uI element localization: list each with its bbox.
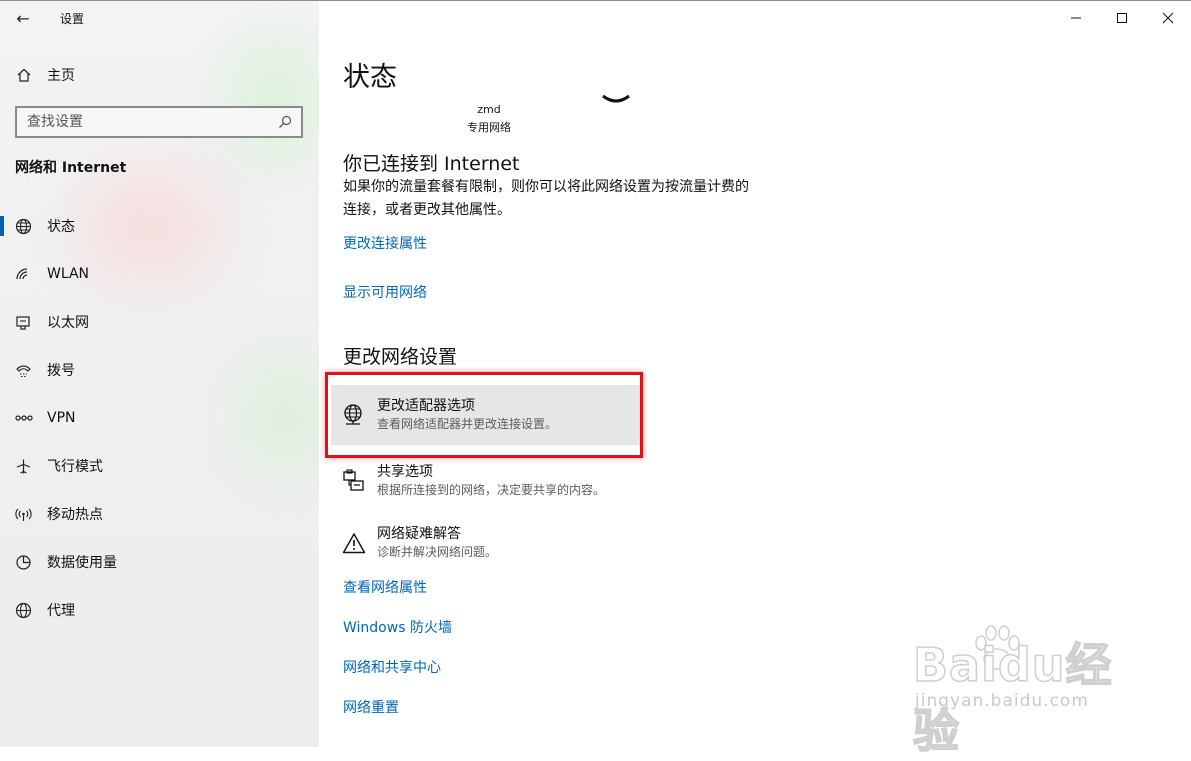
maximize-button[interactable] xyxy=(1099,1,1145,35)
search-icon[interactable] xyxy=(277,114,293,130)
network-reset-link[interactable]: 网络重置 xyxy=(343,697,399,717)
page-title: 状态 xyxy=(343,62,397,93)
sharing-icon xyxy=(331,468,377,494)
sidebar-item-data-usage[interactable]: 数据使用量 xyxy=(0,538,319,586)
titlebar-left: ← 设置 xyxy=(0,1,319,35)
hotspot-icon xyxy=(0,506,47,523)
sidebar-item-dialup[interactable]: 拨号 xyxy=(0,346,319,394)
change-adapter-options-title: 更改适配器选项 xyxy=(377,398,475,414)
close-icon xyxy=(1162,12,1174,24)
maximize-icon xyxy=(1117,13,1127,23)
sidebar-item-status[interactable]: 状态 xyxy=(0,202,319,250)
sidebar-item-hotspot[interactable]: 移动热点 xyxy=(0,490,319,538)
sidebar-item-airplane-label: 飞行模式 xyxy=(47,459,103,475)
vpn-icon xyxy=(0,411,47,425)
proxy-globe-icon xyxy=(0,602,47,619)
main-content: 状态 zmd 专用网络 你已连接到 Internet 如果你的流量套餐有限制，则… xyxy=(319,1,1191,747)
sidebar-item-home[interactable]: 主页 xyxy=(0,57,319,93)
sidebar-item-airplane[interactable]: 飞行模式 xyxy=(0,442,319,490)
search-box[interactable] xyxy=(15,106,303,138)
wifi-icon xyxy=(0,266,47,283)
sidebar: ← 设置 主页 网络和 Internet 状态 xyxy=(0,1,319,747)
dialup-icon xyxy=(0,362,47,379)
sidebar-item-hotspot-label: 移动热点 xyxy=(47,507,103,523)
sharing-options-desc: 根据所连接到的网络，决定要共享的内容。 xyxy=(377,483,606,497)
sidebar-nav: 状态 WLAN 以太网 拨号 VPN 飞行模式 移动热点 数据使用量 代理 xyxy=(0,202,319,634)
sidebar-item-ethernet[interactable]: 以太网 xyxy=(0,298,319,346)
data-usage-icon xyxy=(0,554,47,571)
airplane-icon xyxy=(0,458,47,475)
globe-status-icon xyxy=(0,218,47,235)
sidebar-item-data-usage-label: 数据使用量 xyxy=(47,555,117,571)
network-sharing-center-link[interactable]: 网络和共享中心 xyxy=(343,657,441,677)
minimize-icon xyxy=(1071,17,1081,19)
network-troubleshooter-desc: 诊断并解决网络问题。 xyxy=(377,545,498,559)
sidebar-item-proxy-label: 代理 xyxy=(47,603,75,619)
app-title: 设置 xyxy=(60,11,85,26)
show-available-networks-link[interactable]: 显示可用网络 xyxy=(343,282,427,302)
minimize-button[interactable] xyxy=(1053,1,1099,35)
windows-firewall-link[interactable]: Windows 防火墙 xyxy=(343,617,452,637)
sharing-options-item[interactable]: 共享选项 根据所连接到的网络，决定要共享的内容。 xyxy=(331,451,643,511)
sidebar-item-vpn[interactable]: VPN xyxy=(0,394,319,442)
view-network-properties-link[interactable]: 查看网络属性 xyxy=(343,577,427,597)
change-connection-properties-link[interactable]: 更改连接属性 xyxy=(343,233,427,253)
network-troubleshooter-item[interactable]: 网络疑难解答 诊断并解决网络问题。 xyxy=(331,513,643,573)
back-button[interactable]: ← xyxy=(0,1,46,35)
connected-title: 你已连接到 Internet xyxy=(343,153,520,175)
warning-icon xyxy=(331,532,377,554)
sidebar-item-wlan-label: WLAN xyxy=(47,266,90,282)
search-input[interactable] xyxy=(25,113,277,131)
window-controls xyxy=(1053,1,1191,35)
sidebar-item-ethernet-label: 以太网 xyxy=(47,315,89,331)
network-troubleshooter-title: 网络疑难解答 xyxy=(377,526,461,542)
change-network-settings-title: 更改网络设置 xyxy=(343,346,458,368)
connected-description: 如果你的流量套餐有限制，则你可以将此网络设置为按流量计费的连接，或者更改其他属性… xyxy=(343,179,749,218)
sidebar-item-status-label: 状态 xyxy=(47,219,75,235)
sidebar-item-wlan[interactable]: WLAN xyxy=(0,250,319,298)
change-adapter-options-desc: 查看网络适配器并更改连接设置。 xyxy=(377,417,558,431)
ethernet-icon xyxy=(0,314,47,331)
network-status-arc-icon xyxy=(602,94,630,103)
home-icon xyxy=(0,67,47,83)
sidebar-item-vpn-label: VPN xyxy=(47,410,76,426)
sharing-options-title: 共享选项 xyxy=(377,464,433,480)
network-name: zmd xyxy=(477,103,501,116)
section-heading: 网络和 Internet xyxy=(15,160,127,176)
sidebar-item-proxy[interactable]: 代理 xyxy=(0,586,319,634)
network-type: 专用网络 xyxy=(467,121,511,134)
sidebar-item-home-label: 主页 xyxy=(47,68,75,84)
sidebar-item-dialup-label: 拨号 xyxy=(47,363,75,379)
back-arrow-icon: ← xyxy=(16,8,30,28)
adapter-globe-icon xyxy=(331,403,377,427)
change-adapter-options-item[interactable]: 更改适配器选项 查看网络适配器并更改连接设置。 xyxy=(331,385,643,445)
close-button[interactable] xyxy=(1145,1,1191,35)
settings-window: ← 设置 主页 网络和 Internet 状态 xyxy=(0,0,1191,759)
